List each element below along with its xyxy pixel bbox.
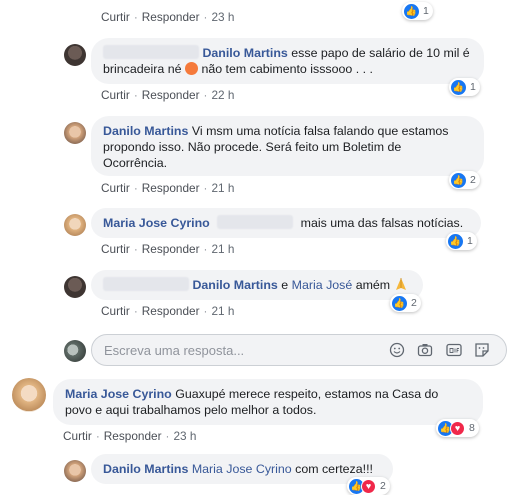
reaction-count[interactable]: 👍 1 (449, 78, 480, 96)
comment-text: mais uma das falsas notícias. (300, 216, 464, 230)
comment-actions: Curtir · Responder · 23 h (101, 10, 235, 24)
avatar[interactable] (64, 214, 86, 236)
comment-actions: Curtir · Responder · 21 h (101, 304, 235, 318)
comment-bubble: Danilo Martins e Maria José amém (91, 270, 423, 300)
mention-link[interactable]: Maria Jose Cyrino (192, 462, 292, 476)
like-icon: 👍 (451, 172, 466, 188)
angry-face-emoji (184, 62, 198, 75)
reply-link[interactable]: Responder (142, 10, 200, 24)
heart-icon: ♥ (361, 478, 376, 494)
like-link[interactable]: Curtir (63, 429, 92, 443)
reply-input[interactable]: Escreva uma resposta... (91, 334, 507, 366)
like-icon: 👍 (404, 3, 419, 19)
blurred-name (103, 277, 189, 291)
emoji-icon[interactable] (389, 342, 405, 358)
comment-bubble: Danilo Martins Vi msm uma notícia falsa … (91, 116, 484, 176)
comment-bubble: Danilo Martins esse papo de salário de 1… (91, 38, 484, 84)
comment-text: Guaxupé merece respeito, estamos na Casa… (175, 387, 439, 401)
avatar[interactable] (64, 276, 86, 298)
comment-bubble: Maria Jose Cyrino mais uma das falsas no… (91, 208, 481, 238)
like-icon: 👍 (392, 295, 407, 311)
mention-link[interactable]: Danilo Martins (202, 46, 287, 60)
like-link[interactable]: Curtir (101, 242, 130, 256)
avatar[interactable] (12, 378, 46, 412)
comment-text: e (281, 278, 289, 292)
reply-link[interactable]: Responder (142, 181, 200, 195)
praying-hands-emoji (395, 278, 406, 290)
comment-text: Vi msm uma notícia falsa falando que est… (191, 124, 449, 138)
timestamp[interactable]: 22 h (211, 88, 234, 102)
like-link[interactable]: Curtir (101, 181, 130, 195)
like-icon: 👍 (451, 79, 466, 95)
comment-text: brincadeira né (103, 62, 182, 76)
author-name[interactable]: Maria Jose Cyrino (103, 216, 210, 230)
comment-text: povo e aqui trabalhamos pelo melhor a to… (65, 403, 317, 417)
comment-text: não tem cabimento isssooo . . . (201, 62, 373, 76)
timestamp[interactable]: 23 h (211, 10, 234, 24)
timestamp[interactable]: 21 h (211, 304, 234, 318)
reply-link[interactable]: Responder (104, 429, 162, 443)
reply-link[interactable]: Responder (142, 88, 200, 102)
reaction-count[interactable]: 👍 1 (446, 232, 477, 250)
reply-link[interactable]: Responder (142, 304, 200, 318)
mention-link[interactable]: Maria José (292, 278, 353, 292)
timestamp[interactable]: 23 h (173, 429, 196, 443)
avatar[interactable] (64, 44, 86, 66)
like-link[interactable]: Curtir (101, 88, 130, 102)
comment-text: propondo isso. Não procede. Será feito u… (103, 140, 402, 154)
comment-text: com certeza!!! (295, 462, 373, 476)
author-name[interactable]: Danilo Martins (103, 124, 188, 138)
blurred-name (103, 45, 199, 59)
avatar[interactable] (64, 460, 86, 482)
comment-actions: Curtir · Responder · 21 h (101, 242, 235, 256)
mention-link[interactable]: Danilo Martins (192, 278, 277, 292)
avatar[interactable] (64, 122, 86, 144)
like-link[interactable]: Curtir (101, 304, 130, 318)
like-icon: 👍 (448, 233, 463, 249)
current-user-avatar[interactable] (64, 340, 86, 362)
comment-actions: Curtir · Responder · 22 h (101, 88, 235, 102)
timestamp[interactable]: 21 h (211, 181, 234, 195)
reaction-count[interactable]: 👍 ♥ 8 (436, 419, 479, 437)
comment-text: Ocorrência. (103, 156, 168, 170)
comment-actions: Curtir · Responder · 23 h (63, 429, 197, 443)
blurred-name (217, 215, 294, 229)
comment-bubble: Danilo Martins Maria Jose Cyrino com cer… (91, 454, 393, 484)
heart-icon: ♥ (450, 420, 465, 436)
gif-icon[interactable] (446, 342, 462, 358)
author-name[interactable]: Maria Jose Cyrino (65, 387, 172, 401)
reply-placeholder: Escreva uma resposta... (104, 342, 245, 358)
comment-text: esse papo de salário de 10 mil é (291, 46, 470, 60)
comment-bubble: Maria Jose Cyrino Guaxupé merece respeit… (53, 379, 483, 425)
reply-link[interactable]: Responder (142, 242, 200, 256)
timestamp[interactable]: 21 h (211, 242, 234, 256)
reaction-count[interactable]: 👍 2 (390, 294, 421, 312)
reaction-count[interactable]: 👍 1 (402, 2, 433, 20)
like-link[interactable]: Curtir (101, 10, 130, 24)
camera-icon[interactable] (417, 342, 433, 358)
author-name[interactable]: Danilo Martins (103, 462, 188, 476)
comment-text: amém (355, 278, 391, 292)
comment-actions: Curtir · Responder · 21 h (101, 181, 235, 195)
reaction-count[interactable]: 👍 ♥ 2 (347, 477, 390, 495)
sticker-icon[interactable] (474, 342, 490, 358)
reaction-count[interactable]: 👍 2 (449, 171, 480, 189)
